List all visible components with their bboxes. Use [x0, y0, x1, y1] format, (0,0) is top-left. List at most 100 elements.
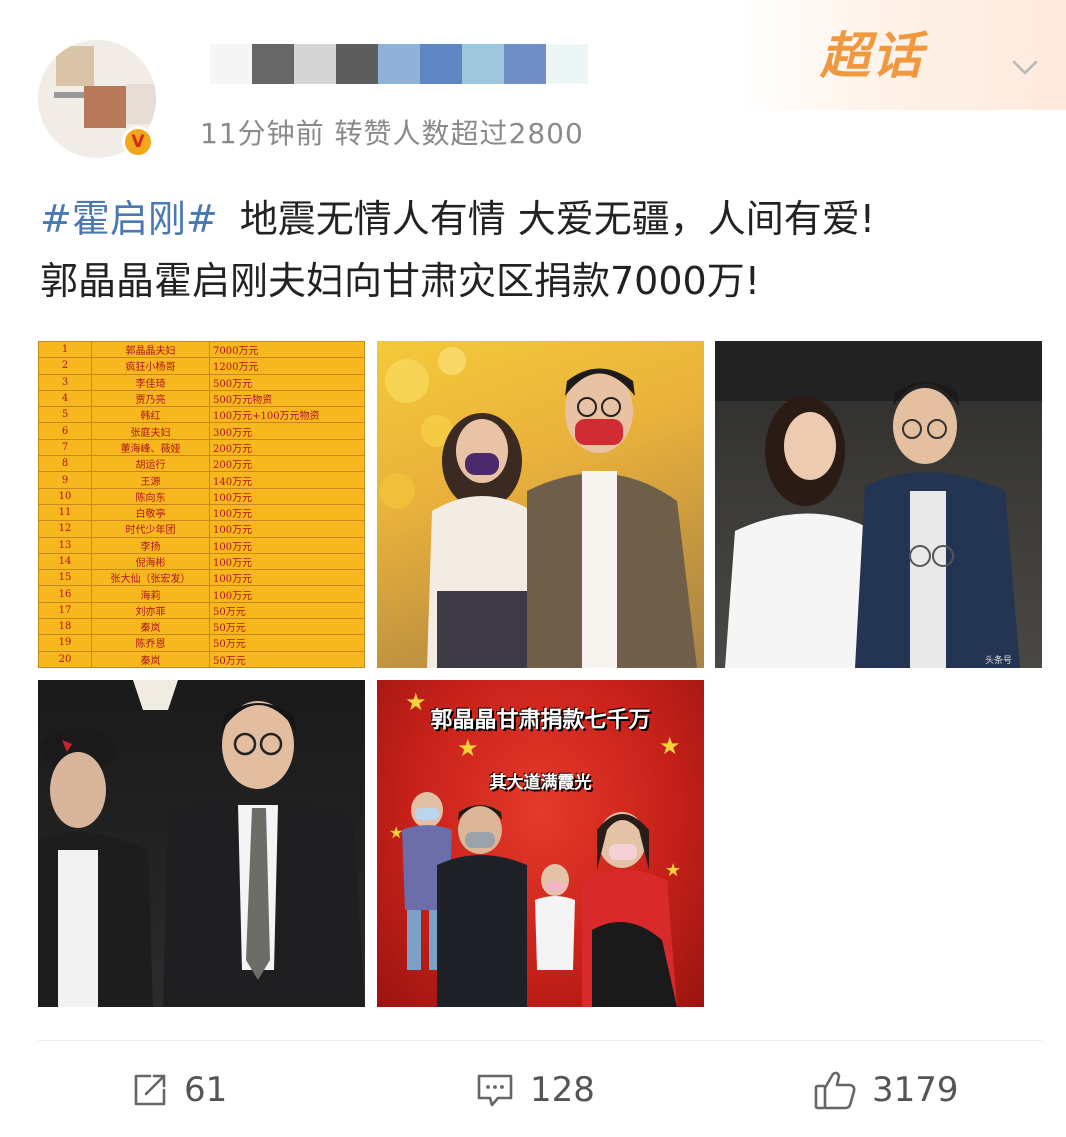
table-cell-name: 时代少年团: [91, 520, 210, 538]
table-row: 1 郭晶晶夫妇 7000万元: [38, 341, 365, 359]
table-cell-name: 陈向东: [91, 487, 210, 505]
table-cell-rank: 8: [38, 455, 92, 473]
mosaic-block: [294, 44, 336, 84]
table-cell-amount: 50万元: [209, 618, 365, 636]
table-cell-amount: 7000万元: [209, 341, 365, 359]
table-row: 18 秦岚 50万元: [38, 618, 365, 636]
post-body: #霍启刚# 地震无情人有情 大爱无疆，人间有爱! 郭晶晶霍启刚夫妇向甘肃灾区捐款7…: [40, 188, 1030, 312]
post-line-1: #霍启刚# 地震无情人有情 大爱无疆，人间有爱!: [40, 188, 1030, 250]
photo-watermark: 头条号: [985, 654, 1012, 666]
couple-gold-illustration: [379, 347, 697, 668]
table-row: 5 韩红 100万元+100万元物资: [38, 406, 365, 424]
username-mosaic[interactable]: [210, 44, 588, 84]
table-cell-rank: 14: [38, 552, 92, 571]
table-cell-name: 秦岚: [91, 618, 210, 636]
table-cell-name: 刘亦菲: [91, 601, 210, 620]
couple-dark-illustration: 头条号: [715, 341, 1042, 668]
table-cell-rank: 3: [38, 373, 92, 391]
table-cell-name: 海莉: [91, 585, 210, 603]
comment-button[interactable]: 128: [474, 1065, 595, 1115]
table-cell-rank: 15: [38, 569, 92, 587]
table-cell-rank: 18: [38, 618, 92, 636]
table-row: 11 白敬亭 100万元: [38, 503, 365, 522]
table-cell-amount: 100万元: [209, 503, 365, 522]
mosaic-block: [504, 44, 546, 84]
divider: [38, 1040, 1042, 1041]
repost-button[interactable]: 61: [130, 1065, 227, 1115]
table-row: 3 李佳琦 500万元: [38, 373, 365, 391]
table-row: 7 董海峰、薇娅 200万元: [38, 438, 365, 457]
table-cell-name: 张大仙（张宏发）: [91, 569, 210, 587]
image-couple-dark[interactable]: 头条号: [715, 341, 1042, 668]
image-donation-table[interactable]: 1 郭晶晶夫妇 7000万元 2 疯狂小杨哥 1200万元 3 李佳琦 500万元 4 贾乃亮 500…: [38, 341, 365, 668]
mosaic-block: [378, 44, 420, 84]
mosaic-block: [546, 44, 588, 84]
table-cell-name: 秦岚: [91, 650, 210, 668]
image-family-red[interactable]: 郭晶晶甘肃捐款七千万 其大道满霞光 ★ ★ ★ ★ ★ ★: [377, 680, 704, 1007]
like-count: 3179: [872, 1070, 959, 1110]
image-grid: 1 郭晶晶夫妇 7000万元 2 疯狂小杨哥 1200万元 3 李佳琦 500万元 4 贾乃亮 500…: [38, 341, 1042, 1007]
table-cell-rank: 10: [38, 487, 92, 505]
donation-table: 1 郭晶晶夫妇 7000万元 2 疯狂小杨哥 1200万元 3 李佳琦 500万元 4 贾乃亮 500…: [38, 341, 365, 668]
comment-count: 128: [530, 1070, 595, 1110]
post-line-1-text: 地震无情人有情 大爱无疆，人间有爱!: [239, 197, 876, 241]
table-cell-name: 倪海彬: [91, 552, 210, 571]
table-row: 20 秦岚 50万元: [38, 650, 365, 668]
post-meta: 11分钟前 转赞人数超过2800: [200, 117, 584, 150]
post-header: V 11分钟前 转赞人数超过2800 超话: [0, 0, 1066, 170]
table-cell-amount: 50万元: [209, 634, 365, 652]
table-cell-name: 胡运行: [91, 455, 210, 473]
table-cell-amount: 100万元+100万元物资: [209, 406, 365, 424]
super-topic-badge[interactable]: 超话: [820, 16, 924, 88]
table-row: 4 贾乃亮 500万元物资: [38, 389, 365, 408]
table-cell-name: 李佳琦: [91, 373, 210, 391]
table-cell-rank: 2: [38, 357, 92, 375]
table-cell-rank: 11: [38, 503, 92, 522]
table-cell-amount: 50万元: [209, 601, 365, 620]
table-cell-amount: 100万元: [209, 536, 365, 554]
thumbs-up-icon: [814, 1071, 856, 1110]
table-row: 16 海莉 100万元: [38, 585, 365, 603]
table-cell-rank: 4: [38, 389, 92, 408]
table-cell-name: 白敬亭: [91, 503, 210, 522]
table-row: 17 刘亦菲 50万元: [38, 601, 365, 620]
table-cell-amount: 100万元: [209, 520, 365, 538]
table-row: 14 倪海彬 100万元: [38, 552, 365, 571]
mosaic-block: [252, 44, 294, 84]
table-cell-name: 韩红: [91, 406, 210, 424]
hashtag-link[interactable]: #霍启刚#: [40, 197, 218, 241]
table-cell-name: 贾乃亮: [91, 389, 210, 408]
table-cell-name: 王源: [91, 471, 210, 489]
table-cell-name: 郭晶晶夫妇: [91, 341, 210, 359]
table-cell-rank: 7: [38, 438, 92, 457]
table-cell-amount: 200万元: [209, 438, 365, 457]
table-row: 12 时代少年团 100万元: [38, 520, 365, 538]
family-illustration: [402, 792, 677, 1007]
table-cell-rank: 12: [38, 520, 92, 538]
chevron-down-icon[interactable]: [1010, 52, 1040, 82]
action-bar: 61 128 3179: [0, 1055, 1066, 1125]
mosaic-block: [462, 44, 504, 84]
table-row: 15 张大仙（张宏发） 100万元: [38, 569, 365, 587]
table-cell-amount: 1200万元: [209, 357, 365, 375]
image-couple-event[interactable]: [38, 680, 365, 1007]
table-cell-amount: 100万元: [209, 585, 365, 603]
verified-badge-icon: V: [122, 126, 154, 158]
like-button[interactable]: 3179: [812, 1065, 959, 1115]
table-cell-amount: 100万元: [209, 552, 365, 571]
table-cell-amount: 100万元: [209, 569, 365, 587]
table-cell-name: 李扬: [91, 536, 210, 554]
image-couple-gold[interactable]: [377, 341, 704, 668]
table-row: 2 疯狂小杨哥 1200万元: [38, 357, 365, 375]
table-row: 10 陈向东 100万元: [38, 487, 365, 505]
table-cell-amount: 200万元: [209, 455, 365, 473]
table-row: 13 李扬 100万元: [38, 536, 365, 554]
table-row: 9 王源 140万元: [38, 471, 365, 489]
post-line-2: 郭晶晶霍启刚夫妇向甘肃灾区捐款7000万!: [40, 259, 760, 303]
table-cell-rank: 13: [38, 536, 92, 554]
table-cell-amount: 140万元: [209, 471, 365, 489]
table-cell-amount: 500万元: [209, 373, 365, 391]
table-row: 6 张庭夫妇 300万元: [38, 422, 365, 440]
table-cell-rank: 17: [38, 601, 92, 620]
table-cell-rank: 20: [38, 650, 92, 668]
